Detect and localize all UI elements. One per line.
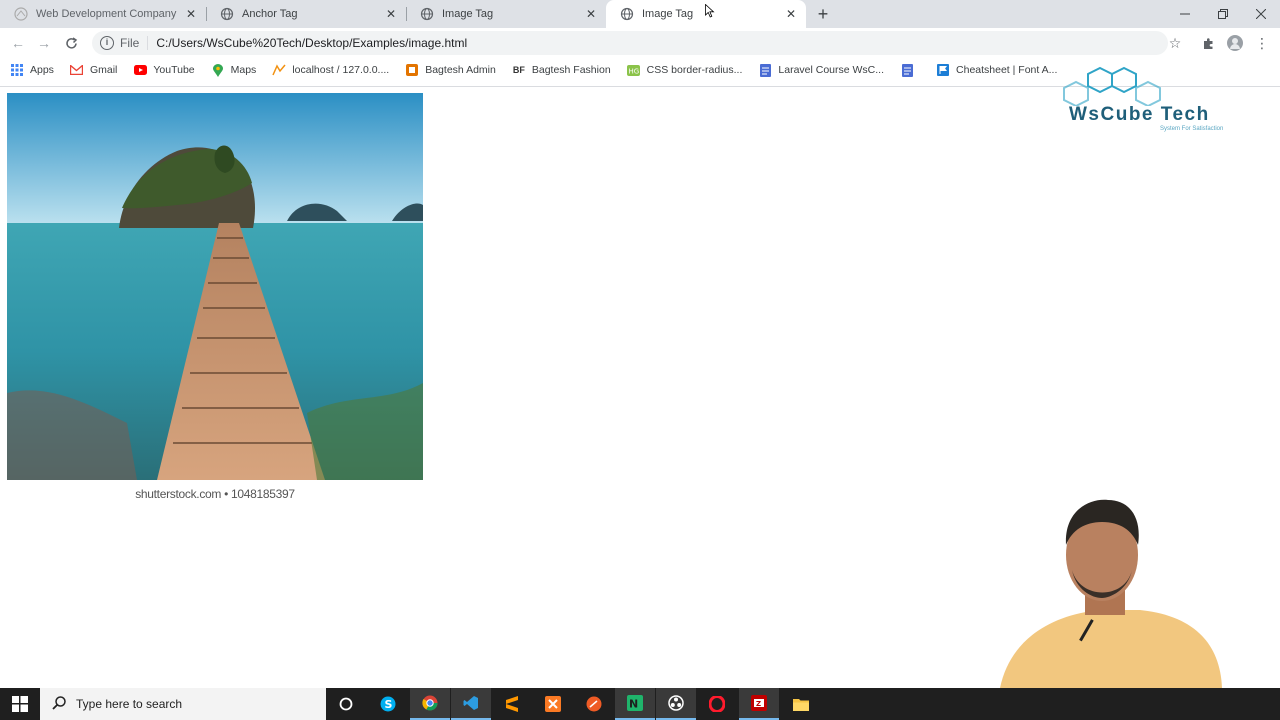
bookmark-label: Bagtesh Fashion: [531, 64, 611, 76]
windows-taskbar: Type here to search S N Z: [0, 688, 1280, 720]
menu-kebab-icon[interactable]: ⋮: [1253, 34, 1271, 52]
tab-web-development[interactable]: Web Development Company In... ✕: [0, 0, 206, 28]
tab-title: Image Tag: [642, 8, 694, 20]
tab-title: Anchor Tag: [242, 8, 298, 20]
bookmark-localhost[interactable]: localhost / 127.0.0....: [272, 63, 389, 77]
bookmark-bagtesh-admin[interactable]: Bagtesh Admin: [405, 63, 496, 77]
taskbar-search-input[interactable]: Type here to search: [40, 688, 326, 720]
windows-start-icon[interactable]: [0, 688, 40, 720]
opera-icon[interactable]: [697, 688, 737, 720]
css-icon: HG: [627, 63, 641, 77]
globe-icon: [620, 7, 634, 21]
browser-toolbar: ← → i File C:/Users/WsCube%20Tech/Deskto…: [0, 28, 1280, 58]
tab-close-icon[interactable]: ✕: [184, 7, 198, 21]
minimize-icon[interactable]: [1166, 0, 1204, 28]
bookmark-label: Laravel Course WsC...: [778, 64, 885, 76]
bookmark-label: YouTube: [153, 64, 195, 76]
svg-text:N: N: [629, 698, 638, 711]
obs-icon[interactable]: [656, 688, 696, 720]
globe-icon: [220, 7, 234, 21]
file-explorer-icon[interactable]: [781, 688, 821, 720]
tab-title: Image Tag: [442, 8, 494, 20]
phpmyadmin-icon: [272, 63, 286, 77]
new-tab-plus-icon[interactable]: +: [814, 5, 832, 23]
tab-strip: Web Development Company In... ✕ Anchor T…: [0, 0, 1280, 28]
bookmark-label: Apps: [30, 64, 54, 76]
bf-icon: BF: [512, 65, 525, 75]
logo-tagline: System For Satisfaction: [1160, 126, 1224, 132]
bookmark-gmail[interactable]: Gmail: [70, 63, 117, 77]
bookmark-youtube[interactable]: YouTube: [133, 63, 195, 77]
svg-text:Z: Z: [756, 700, 761, 708]
vscode-icon[interactable]: [451, 688, 491, 720]
tab-image-tag[interactable]: Image Tag ✕: [406, 0, 606, 28]
extensions-puzzle-icon[interactable]: [1199, 34, 1217, 52]
svg-text:S: S: [385, 698, 393, 711]
tab-title: Web Development Company In...: [36, 8, 180, 20]
bookmark-icon: [405, 63, 419, 77]
search-placeholder: Type here to search: [76, 697, 183, 711]
logo-wordmark: WsCube Tech: [1069, 104, 1210, 125]
cortana-icon[interactable]: [326, 688, 366, 720]
chrome-icon[interactable]: [410, 688, 450, 720]
svg-text:HG: HG: [629, 67, 640, 75]
globe-icon: [420, 7, 434, 21]
gmail-icon: [70, 63, 84, 77]
youtube-icon: [133, 63, 147, 77]
wscube-logo: [1062, 66, 1252, 138]
skype-icon[interactable]: S: [368, 688, 408, 720]
bookmark-label: Bagtesh Admin: [425, 64, 496, 76]
bookmark-apps[interactable]: Apps: [10, 63, 54, 77]
site-info-icon[interactable]: i: [100, 36, 114, 50]
tab-anchor-tag[interactable]: Anchor Tag ✕: [206, 0, 406, 28]
mouse-cursor-icon: [705, 3, 715, 18]
doc-icon: [758, 63, 772, 77]
tab-close-icon[interactable]: ✕: [784, 7, 798, 21]
bookmark-maps[interactable]: Maps: [211, 63, 257, 77]
scheme-label: File: [120, 36, 149, 50]
bookmark-cheatsheet[interactable]: Cheatsheet | Font A...: [936, 63, 1057, 77]
notepadpp-icon[interactable]: N: [615, 688, 655, 720]
bookmark-label: Cheatsheet | Font A...: [956, 64, 1058, 76]
maps-pin-icon: [211, 63, 225, 77]
url-text[interactable]: C:/Users/WsCube%20Tech/Desktop/Examples/…: [156, 36, 467, 50]
bookmark-bagtesh-fashion[interactable]: BF Bagtesh Fashion: [512, 63, 611, 77]
tab-close-icon[interactable]: ✕: [384, 7, 398, 21]
bookmark-css-border-radius[interactable]: HG CSS border-radius...: [627, 63, 743, 77]
apps-grid-icon: [10, 63, 24, 77]
address-bar[interactable]: i File C:/Users/WsCube%20Tech/Desktop/Ex…: [92, 31, 1168, 55]
bookmark-label: localhost / 127.0.0....: [292, 64, 390, 76]
bookmark-laravel-course[interactable]: Laravel Course WsC...: [758, 63, 884, 77]
presenter-webcam: [960, 490, 1280, 688]
bookmark-label: Gmail: [89, 64, 118, 76]
bookmark-star-icon[interactable]: ☆: [1166, 34, 1184, 52]
forward-arrow-icon[interactable]: →: [35, 34, 53, 52]
restore-icon[interactable]: [1204, 0, 1242, 28]
tab-close-icon[interactable]: ✕: [584, 7, 598, 21]
back-arrow-icon[interactable]: ←: [9, 34, 27, 52]
filezilla-icon[interactable]: Z: [739, 688, 779, 720]
sublime-icon[interactable]: [492, 688, 532, 720]
flag-icon: [936, 63, 950, 77]
image-caption: shutterstock.com • 1048185397: [135, 487, 295, 501]
pier-photo: [7, 93, 423, 480]
postman-icon[interactable]: [574, 688, 614, 720]
profile-avatar-icon[interactable]: [1226, 34, 1244, 52]
doc-icon: [900, 63, 914, 77]
tab-favicon-icon: [14, 7, 28, 21]
search-icon: [52, 695, 66, 713]
bookmark-label: Maps: [230, 64, 257, 76]
close-window-icon[interactable]: [1242, 0, 1280, 28]
xampp-icon[interactable]: [533, 688, 573, 720]
bookmark-label: CSS border-radius...: [646, 64, 743, 76]
bookmark-doc[interactable]: [900, 63, 920, 77]
reload-icon[interactable]: [62, 34, 80, 52]
